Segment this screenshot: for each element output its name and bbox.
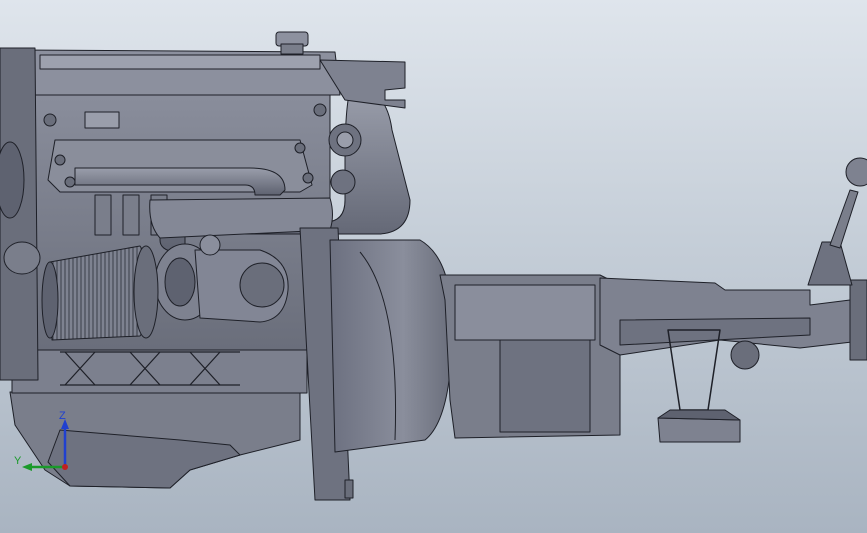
output-flange bbox=[849, 279, 867, 361]
coordinate-triad: Z Y bbox=[10, 405, 80, 485]
pulley bbox=[0, 141, 25, 219]
triad-z-label: Z bbox=[59, 410, 66, 422]
shift-knob bbox=[845, 157, 867, 187]
bell-housing bbox=[329, 239, 453, 453]
triad-y-label: Y bbox=[14, 455, 22, 467]
engine-assembly-model[interactable] bbox=[0, 0, 867, 533]
graphics-viewport[interactable]: Z Y bbox=[0, 0, 867, 533]
valve-cover-top bbox=[39, 54, 321, 70]
shifter-boot bbox=[807, 241, 853, 286]
triad-arrows bbox=[22, 419, 69, 471]
shift-lever bbox=[829, 189, 859, 249]
